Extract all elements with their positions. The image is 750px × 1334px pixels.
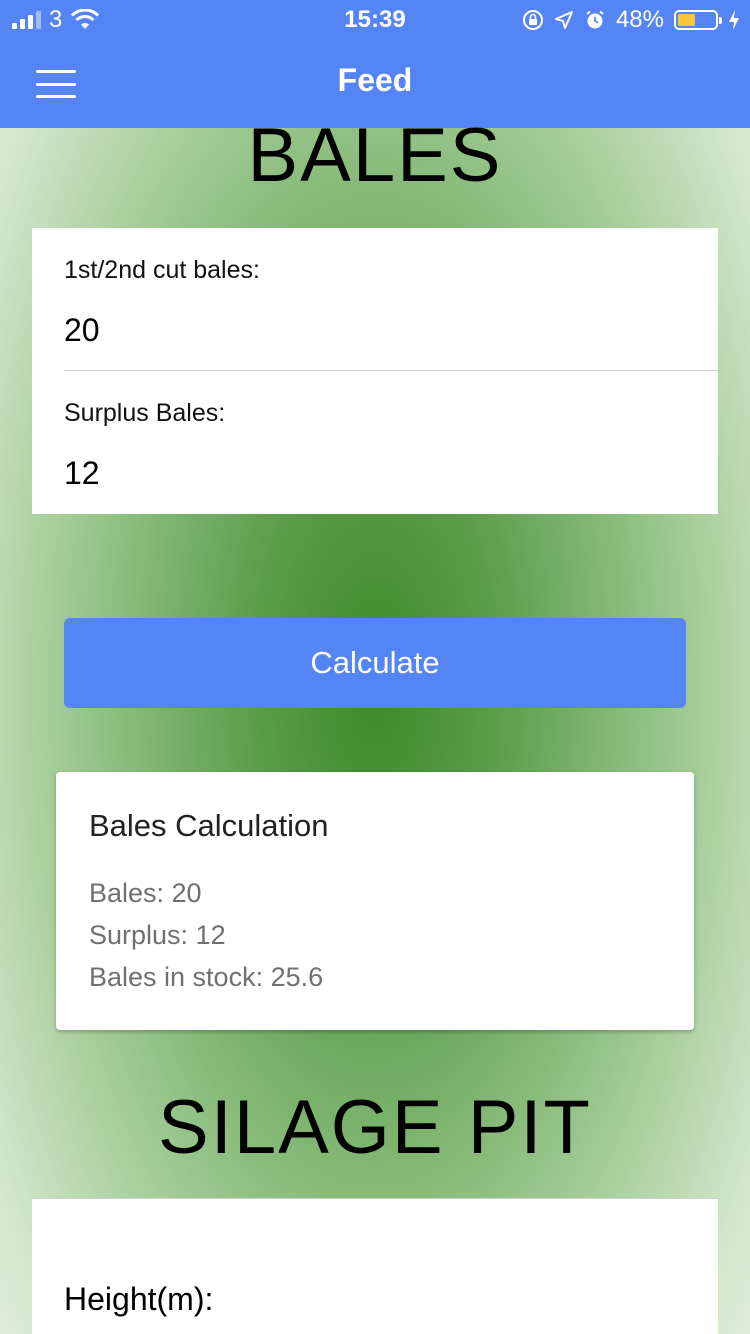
silage-form: Height(m): (32, 1198, 718, 1334)
bales-form: 1st/2nd cut bales: Surplus Bales: (32, 228, 718, 514)
result-bales: Bales: 20 (89, 878, 202, 908)
rotation-lock-icon (522, 10, 543, 30)
calculate-button[interactable]: Calculate (64, 618, 686, 708)
cut-bales-input[interactable] (64, 312, 664, 349)
page-title: Feed (337, 62, 413, 98)
top-bar: 3 15:39 48% Feed (0, 0, 750, 128)
status-right: 48% (522, 6, 740, 34)
cut-bales-label: 1st/2nd cut bales: (64, 256, 260, 284)
surplus-bales-input[interactable] (64, 455, 664, 492)
status-bar: 3 15:39 48% (0, 0, 750, 40)
bales-section-title: BALES (247, 113, 503, 198)
height-label: Height(m): (64, 1281, 214, 1317)
result-surplus: Surplus: 12 (89, 920, 226, 950)
silage-section-title: SILAGE PIT (158, 1085, 592, 1170)
result-bales-in-stock: Bales in stock: 25.6 (89, 962, 324, 992)
battery-icon (674, 10, 722, 30)
bales-calculation-card: Bales Calculation Bales: 20 Surplus: 12 … (56, 772, 694, 1030)
surplus-bales-label: Surplus Bales: (64, 399, 226, 427)
battery-percent: 48% (615, 6, 664, 33)
app-screen: 3 15:39 48% Feed BALES 1st/2nd cut bales… (0, 0, 750, 1334)
cut-bales-field: 1st/2nd cut bales: (64, 228, 718, 370)
battery-level (678, 14, 695, 26)
location-icon (554, 11, 573, 29)
alarm-icon (586, 10, 604, 29)
surplus-bales-field: Surplus Bales: (64, 370, 718, 512)
result-title: Bales Calculation (89, 808, 329, 843)
charging-icon (729, 10, 739, 30)
